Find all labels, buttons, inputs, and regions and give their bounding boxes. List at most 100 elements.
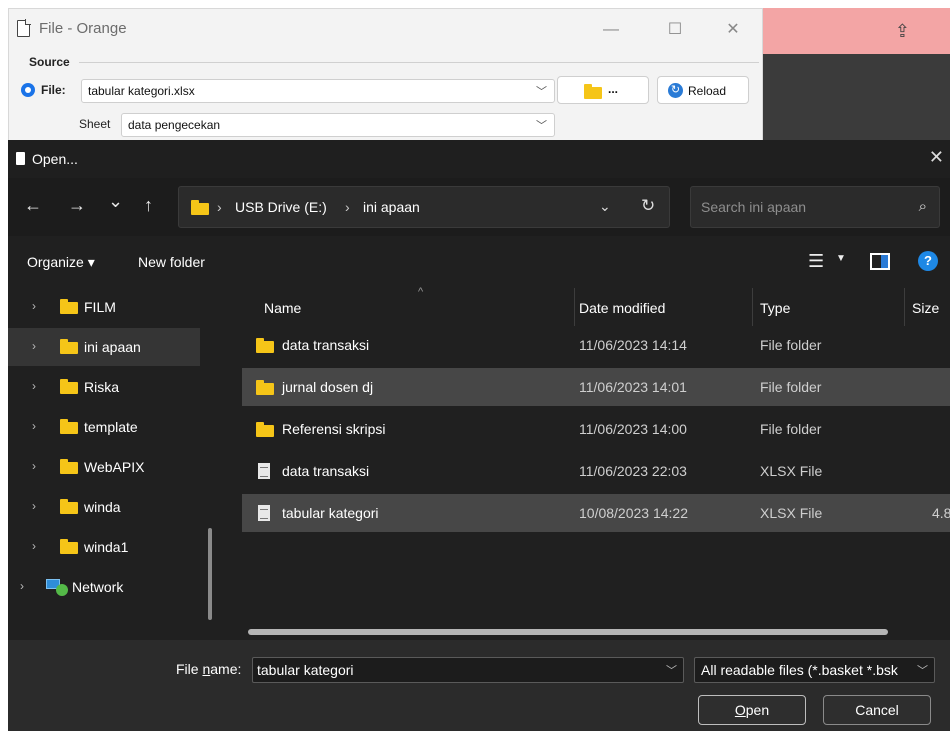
reload-button[interactable]: ↻ Reload <box>657 76 749 104</box>
column-header-date[interactable]: Date modified <box>579 288 665 326</box>
chevron-down-icon: ﹀ <box>536 120 547 132</box>
close-button[interactable]: ✕ <box>713 17 753 43</box>
horizontal-scrollbar[interactable] <box>248 629 888 635</box>
sheet-combo[interactable]: data pengecekan ﹀ <box>121 113 555 137</box>
help-icon[interactable]: ? <box>918 251 938 271</box>
search-icon[interactable]: ⌕ <box>919 198 927 215</box>
chevron-right-icon[interactable]: › <box>32 459 36 473</box>
minimize-button[interactable]: — <box>591 17 631 43</box>
network-icon <box>46 579 68 596</box>
chevron-down-icon: ﹀ <box>536 86 547 98</box>
preview-pane-icon[interactable] <box>870 253 890 270</box>
file-date: 11/06/2023 14:00 <box>579 421 687 437</box>
sort-ascending-icon: ^ <box>418 286 424 298</box>
chevron-down-icon[interactable]: ⌄ <box>599 198 611 215</box>
browse-label: ... <box>608 82 619 96</box>
window-title: File - Orange <box>39 20 127 37</box>
column-divider[interactable] <box>904 288 905 326</box>
forward-arrow-icon[interactable]: → <box>68 195 86 216</box>
file-size: 4.8 <box>932 505 950 521</box>
sheet-label: Sheet <box>79 117 111 131</box>
share-icon[interactable]: ⇪ <box>895 21 910 42</box>
sidebar-item-network[interactable]: › Network <box>8 568 200 606</box>
file-combo[interactable]: tabular kategori.xlsx ﹀ <box>81 79 555 103</box>
browse-button[interactable]: ... <box>557 76 649 104</box>
navigation-bar: ← → ⌄ ↑ › USB Drive (E:) › ini apaan ⌄ ↻… <box>8 178 950 236</box>
sidebar-item-winda1[interactable]: › winda1 <box>8 528 200 566</box>
sheet-combo-value: data pengecekan <box>128 118 221 132</box>
table-row[interactable]: tabular kategori 10/08/2023 14:22 XLSX F… <box>242 494 950 532</box>
document-icon <box>16 152 25 165</box>
sidebar-item-winda[interactable]: › winda <box>8 488 200 526</box>
file-name: data transaksi <box>282 463 370 479</box>
chevron-down-icon[interactable]: ﹀ <box>666 662 677 678</box>
open-button[interactable]: Open <box>698 695 806 725</box>
up-arrow-icon[interactable]: ↑ <box>144 195 153 216</box>
chevron-down-icon[interactable]: ▼ <box>836 253 846 264</box>
search-box: ⌕ <box>690 186 940 228</box>
chevron-down-icon[interactable]: ﹀ <box>917 662 928 678</box>
file-combo-value: tabular kategori.xlsx <box>88 84 195 98</box>
recent-locations-icon[interactable]: ⌄ <box>108 191 123 212</box>
file-date: 11/06/2023 14:14 <box>579 337 687 353</box>
folder-icon <box>60 339 78 354</box>
command-bar: Organize ▾ New folder ☰ ▼ ? <box>8 236 950 288</box>
chevron-right-icon[interactable]: › <box>32 499 36 513</box>
chevron-right-icon[interactable]: › <box>32 379 36 393</box>
file-type-select[interactable]: All readable files (*.basket *.bsk ﹀ <box>694 657 935 683</box>
file-name-label-part: File <box>176 661 203 677</box>
cancel-button[interactable]: Cancel <box>823 695 931 725</box>
file-type-value: All readable files (*.basket *.bsk <box>701 662 898 678</box>
chevron-right-icon[interactable]: › <box>32 419 36 433</box>
organize-button[interactable]: Organize ▾ <box>27 254 95 271</box>
search-input[interactable] <box>701 199 901 215</box>
sidebar-item-template[interactable]: › template <box>8 408 200 446</box>
sidebar-item-riska[interactable]: › Riska <box>8 368 200 406</box>
file-type: XLSX File <box>760 505 823 521</box>
folder-icon <box>60 459 78 474</box>
chevron-right-icon[interactable]: › <box>20 579 24 593</box>
sidebar-item-ini-apaan[interactable]: › ini apaan <box>8 328 200 366</box>
folder-icon <box>60 379 78 394</box>
close-icon[interactable]: ✕ <box>929 147 944 168</box>
column-header-type[interactable]: Type <box>760 288 790 326</box>
file-name-input[interactable] <box>257 662 637 678</box>
breadcrumb-ini-apaan[interactable]: ini apaan <box>363 199 420 215</box>
breadcrumb-usb-drive[interactable]: USB Drive (E:) <box>235 199 327 215</box>
chevron-right-icon[interactable]: › <box>32 539 36 553</box>
address-bar[interactable]: › USB Drive (E:) › ini apaan ⌄ ↻ <box>178 186 670 228</box>
file-name-combo: ﹀ <box>252 657 684 683</box>
folder-icon <box>60 419 78 434</box>
table-row[interactable]: Referensi skripsi 11/06/2023 14:00 File … <box>242 410 950 448</box>
sidebar-item-webapix[interactable]: › WebAPIX <box>8 448 200 486</box>
column-divider[interactable] <box>752 288 753 326</box>
sidebar-item-film[interactable]: › FILM <box>8 288 200 326</box>
new-folder-button[interactable]: New folder <box>138 254 205 270</box>
column-divider[interactable] <box>574 288 575 326</box>
open-button-mnemonic: O <box>734 702 746 718</box>
group-divider <box>79 62 759 63</box>
table-row[interactable]: data transaksi 11/06/2023 14:14 File fol… <box>242 326 950 364</box>
refresh-icon[interactable]: ↻ <box>641 196 655 216</box>
open-button-label: pen <box>745 702 770 718</box>
open-file-dialog: Open... ✕ ← → ⌄ ↑ › USB Drive (E:) › ini… <box>8 140 950 731</box>
chevron-right-icon[interactable]: › <box>32 299 36 313</box>
chevron-right-icon[interactable]: › <box>32 339 36 353</box>
maximize-button[interactable]: ☐ <box>655 17 695 43</box>
view-options-icon[interactable]: ☰ <box>808 251 824 272</box>
file-radio-label: File: <box>41 83 66 97</box>
breadcrumb-separator: › <box>217 199 222 215</box>
dialog-title: Open... <box>32 151 78 167</box>
back-arrow-icon[interactable]: ← <box>24 195 42 216</box>
column-header-name[interactable]: Name <box>264 288 301 326</box>
sidebar-item-label: ini apaan <box>84 339 141 355</box>
table-row[interactable]: jurnal dosen dj 11/06/2023 14:01 File fo… <box>242 368 950 406</box>
folder-icon <box>191 200 209 215</box>
column-header-size[interactable]: Size <box>912 288 939 326</box>
folder-icon <box>584 84 602 99</box>
folder-icon <box>60 299 78 314</box>
file-radio[interactable] <box>21 83 35 97</box>
breadcrumb-separator: › <box>345 199 350 215</box>
navigation-scrollbar[interactable] <box>208 528 212 620</box>
table-row[interactable]: data transaksi 11/06/2023 22:03 XLSX Fil… <box>242 452 950 490</box>
